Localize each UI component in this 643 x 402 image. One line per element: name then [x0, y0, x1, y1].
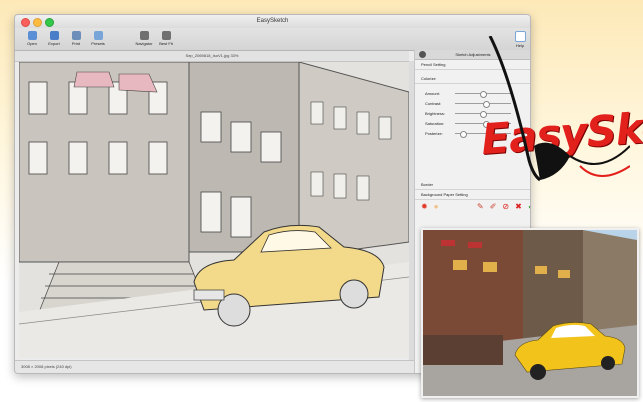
- open-button[interactable]: Open: [21, 30, 43, 46]
- slider-knob[interactable]: [460, 131, 468, 138]
- toolbar: Open Export Print Presets Navigator Best…: [15, 28, 530, 51]
- gear-icon[interactable]: [419, 51, 426, 58]
- background-paper-section[interactable]: Background Paper Setting: [415, 190, 530, 200]
- slider-label: Posterize:: [425, 131, 443, 136]
- panel-actions: ✹ ●: [421, 202, 439, 211]
- reset-icon[interactable]: ⊘: [502, 202, 509, 211]
- slider-label: Brightness:: [425, 111, 446, 116]
- printer-icon: [71, 31, 81, 40]
- sketch-preview: [18, 61, 410, 358]
- export-icon: [49, 31, 59, 40]
- slider-label: Saturation:: [425, 121, 445, 126]
- cancel-icon[interactable]: ✖: [515, 202, 522, 211]
- folder-icon: [27, 31, 37, 40]
- best-fit-button[interactable]: Best Fit: [155, 30, 177, 46]
- navigator-button[interactable]: Navigator: [133, 30, 155, 46]
- close-button[interactable]: [21, 18, 30, 27]
- image-canvas[interactable]: [18, 61, 410, 358]
- window-controls: [21, 18, 54, 27]
- original-photo: [421, 228, 639, 398]
- apply-icon[interactable]: ✔: [528, 202, 530, 211]
- brush-icon[interactable]: ✎: [477, 202, 484, 211]
- panel-action-icons: ✎ ✐ ⊘ ✖ ✔: [477, 202, 530, 211]
- slider-label: Amount:: [425, 91, 440, 96]
- best-fit-icon: [161, 31, 171, 40]
- original-photo-image: [423, 230, 637, 396]
- brush-logo-icon: [488, 36, 630, 182]
- title-bar: EasySketch: [15, 15, 530, 28]
- document-title: Sep_2069818_IsoV1.jpg 33%: [15, 51, 409, 62]
- presets-button[interactable]: Presets: [87, 30, 109, 46]
- slider-label: Contrast:: [425, 101, 442, 106]
- export-button[interactable]: Export: [43, 30, 65, 46]
- presets-icon: [93, 31, 103, 40]
- zoom-button[interactable]: [45, 18, 54, 27]
- print-button[interactable]: Print: [65, 30, 87, 46]
- navigator-icon: [139, 31, 149, 40]
- status-bar: 3008 × 2008 pixels (240 dpi): [15, 360, 415, 373]
- window-title: EasySketch: [256, 18, 289, 24]
- color-burst-icon[interactable]: ✹: [421, 202, 428, 211]
- color-swatch-icon[interactable]: ●: [434, 202, 439, 211]
- minimize-button[interactable]: [33, 18, 42, 27]
- eraser-icon[interactable]: ✐: [490, 202, 497, 211]
